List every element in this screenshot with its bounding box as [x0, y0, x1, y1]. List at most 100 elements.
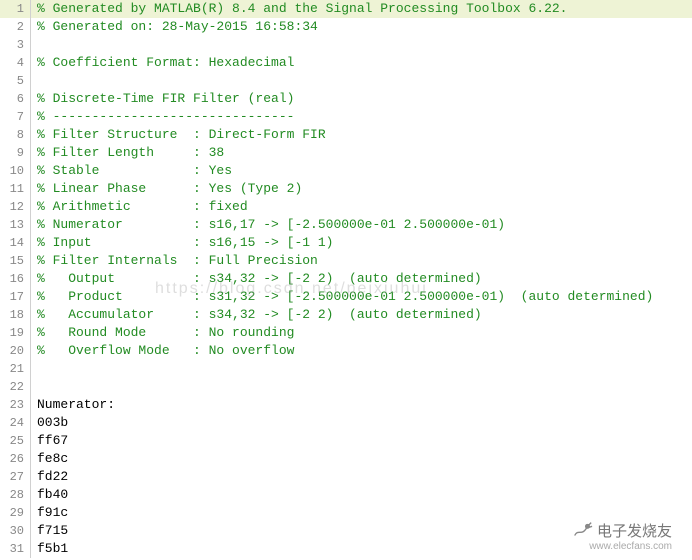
code-text: fd22 — [37, 468, 692, 486]
line-number: 17 — [0, 288, 30, 306]
code-line[interactable]: 26fe8c — [0, 450, 692, 468]
gutter-ruler — [30, 378, 31, 396]
code-line[interactable]: 3 — [0, 36, 692, 54]
gutter-ruler — [30, 36, 31, 54]
code-line[interactable]: 18 % Accumulator : s34,32 -> [-2 2) (auto… — [0, 306, 692, 324]
code-line[interactable]: 17 % Product : s31,32 -> [-2.500000e-01 2… — [0, 288, 692, 306]
code-line[interactable]: 29f91c — [0, 504, 692, 522]
code-line[interactable]: 1 % Generated by MATLAB(R) 8.4 and the Si… — [0, 0, 692, 18]
gutter-ruler — [30, 90, 31, 108]
gutter-ruler — [30, 450, 31, 468]
code-text: % Linear Phase : Yes (Type 2) — [37, 180, 692, 198]
code-line[interactable]: 19 % Round Mode : No rounding — [0, 324, 692, 342]
code-line[interactable]: 21 — [0, 360, 692, 378]
code-text: % Filter Internals : Full Precision — [37, 252, 692, 270]
line-number: 11 — [0, 180, 30, 198]
line-number: 18 — [0, 306, 30, 324]
code-text: % Input : s16,15 -> [-1 1) — [37, 234, 692, 252]
code-line[interactable]: 2 % Generated on: 28-May-2015 16:58:34 — [0, 18, 692, 36]
code-line[interactable]: 12% Arithmetic : fixed — [0, 198, 692, 216]
code-line[interactable]: 15% Filter Internals : Full Precision — [0, 252, 692, 270]
code-text: f715 — [37, 522, 692, 540]
code-text: % Generated by MATLAB(R) 8.4 and the Sig… — [37, 0, 692, 18]
gutter-ruler — [30, 234, 31, 252]
line-number: 3 — [0, 36, 30, 54]
code-editor[interactable]: 1 % Generated by MATLAB(R) 8.4 and the Si… — [0, 0, 692, 560]
gutter-ruler — [30, 468, 31, 486]
code-line[interactable]: 4 % Coefficient Format: Hexadecimal — [0, 54, 692, 72]
code-line[interactable]: 7 % ------------------------------- — [0, 108, 692, 126]
code-text: % Product : s31,32 -> [-2.500000e-01 2.5… — [37, 288, 692, 306]
code-text: % Output : s34,32 -> [-2 2) (auto determ… — [37, 270, 692, 288]
code-line[interactable]: 16 % Output : s34,32 -> [-2 2) (auto dete… — [0, 270, 692, 288]
code-line[interactable]: 25 ff67 — [0, 432, 692, 450]
line-number: 24 — [0, 414, 30, 432]
gutter-ruler — [30, 270, 31, 288]
code-line[interactable]: 6% Discrete-Time FIR Filter (real) — [0, 90, 692, 108]
code-line[interactable]: 5 — [0, 72, 692, 90]
code-text: % Generated on: 28-May-2015 16:58:34 — [37, 18, 692, 36]
code-text: 003b — [37, 414, 692, 432]
gutter-ruler — [30, 198, 31, 216]
code-line[interactable]: 23Numerator: — [0, 396, 692, 414]
gutter-ruler — [30, 216, 31, 234]
code-line[interactable]: 8 % Filter Structure : Direct-Form FIR — [0, 126, 692, 144]
gutter-ruler — [30, 126, 31, 144]
line-number: 10 — [0, 162, 30, 180]
code-text: % Filter Structure : Direct-Form FIR — [37, 126, 692, 144]
line-number: 4 — [0, 54, 30, 72]
code-text: % Numerator : s16,17 -> [-2.500000e-01 2… — [37, 216, 692, 234]
code-line[interactable]: 20 % Overflow Mode : No overflow — [0, 342, 692, 360]
code-text: f5b1 — [37, 540, 692, 558]
gutter-ruler — [30, 0, 31, 18]
code-line[interactable]: 31f5b1 — [0, 540, 692, 558]
code-line[interactable]: 30f715 — [0, 522, 692, 540]
gutter-ruler — [30, 288, 31, 306]
code-line[interactable]: 10 % Stable : Yes — [0, 162, 692, 180]
line-number: 25 — [0, 432, 30, 450]
code-text: % Filter Length : 38 — [37, 144, 692, 162]
line-number: 20 — [0, 342, 30, 360]
code-text: % Arithmetic : fixed — [37, 198, 692, 216]
line-number: 13 — [0, 216, 30, 234]
gutter-ruler — [30, 72, 31, 90]
code-line[interactable]: 28fb40 — [0, 486, 692, 504]
line-number: 8 — [0, 126, 30, 144]
code-text: fb40 — [37, 486, 692, 504]
code-line[interactable]: 24 003b — [0, 414, 692, 432]
code-text: ff67 — [37, 432, 692, 450]
code-text: % Accumulator : s34,32 -> [-2 2) (auto d… — [37, 306, 692, 324]
line-number: 19 — [0, 324, 30, 342]
code-line[interactable]: 13 % Numerator : s16,17 -> [-2.500000e-01… — [0, 216, 692, 234]
code-text: % Overflow Mode : No overflow — [37, 342, 692, 360]
gutter-ruler — [30, 108, 31, 126]
gutter-ruler — [30, 342, 31, 360]
code-line[interactable]: 9 % Filter Length : 38 — [0, 144, 692, 162]
gutter-ruler — [30, 486, 31, 504]
code-text: % Coefficient Format: Hexadecimal — [37, 54, 692, 72]
line-number: 16 — [0, 270, 30, 288]
code-text: fe8c — [37, 450, 692, 468]
code-text: % Round Mode : No rounding — [37, 324, 692, 342]
line-number: 6 — [0, 90, 30, 108]
code-text: f91c — [37, 504, 692, 522]
gutter-ruler — [30, 504, 31, 522]
code-line[interactable]: 14 % Input : s16,15 -> [-1 1) — [0, 234, 692, 252]
line-number: 2 — [0, 18, 30, 36]
gutter-ruler — [30, 360, 31, 378]
gutter-ruler — [30, 522, 31, 540]
code-text: % ------------------------------- — [37, 108, 692, 126]
gutter-ruler — [30, 162, 31, 180]
code-line[interactable]: 11 % Linear Phase : Yes (Type 2) — [0, 180, 692, 198]
line-number: 7 — [0, 108, 30, 126]
code-line[interactable]: 22 — [0, 378, 692, 396]
line-number: 14 — [0, 234, 30, 252]
gutter-ruler — [30, 306, 31, 324]
gutter-ruler — [30, 324, 31, 342]
line-number: 1 — [0, 0, 30, 18]
line-number: 9 — [0, 144, 30, 162]
code-line[interactable]: 27fd22 — [0, 468, 692, 486]
code-text: % Stable : Yes — [37, 162, 692, 180]
line-number: 5 — [0, 72, 30, 90]
gutter-ruler — [30, 144, 31, 162]
